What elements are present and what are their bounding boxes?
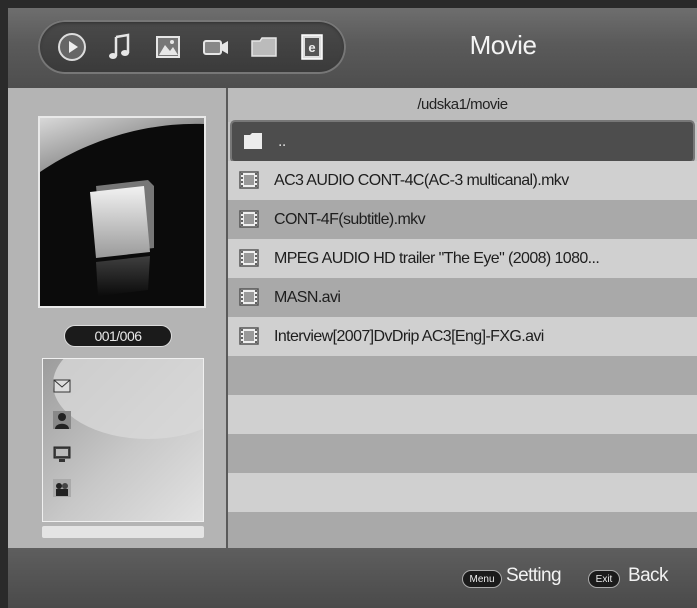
footer-bar: Menu Setting Exit Back bbox=[8, 548, 697, 608]
media-player-screen: e Movie 001/006 /udska1/movie .. AC3 AUD… bbox=[8, 8, 697, 608]
photo-icon[interactable] bbox=[150, 29, 186, 65]
video-camera-icon[interactable] bbox=[198, 29, 234, 65]
exit-key-badge[interactable]: Exit bbox=[588, 570, 620, 588]
file-item-label: CONT-4F(subtitle).mkv bbox=[274, 211, 426, 228]
file-info-panel bbox=[42, 358, 204, 522]
file-item[interactable]: AC3 AUDIO CONT-4C(AC-3 multicanal).mkv bbox=[228, 161, 697, 200]
play-icon[interactable] bbox=[54, 29, 90, 65]
file-item-label: MPEG AUDIO HD trailer "The Eye" (2008) 1… bbox=[274, 250, 600, 267]
svg-text:e: e bbox=[308, 40, 315, 55]
empty-row bbox=[228, 512, 697, 551]
file-item[interactable]: Interview[2007]DvDrip AC3[Eng]-FXG.avi bbox=[228, 317, 697, 356]
file-item[interactable]: MASN.avi bbox=[228, 278, 697, 317]
film-icon bbox=[239, 171, 259, 189]
back-hint-label: Back bbox=[628, 565, 668, 586]
menu-key-badge[interactable]: Menu bbox=[462, 570, 502, 588]
setting-hint-label: Setting bbox=[506, 565, 562, 586]
left-panel: 001/006 bbox=[8, 88, 226, 548]
empty-row bbox=[228, 434, 697, 473]
file-list: .. AC3 AUDIO CONT-4C(AC-3 multicanal).mk… bbox=[228, 122, 697, 551]
empty-row bbox=[228, 356, 697, 395]
folder-preview-icon bbox=[40, 118, 204, 296]
file-browser: /udska1/movie .. AC3 AUDIO CONT-4C(AC-3 … bbox=[228, 88, 697, 551]
music-note-icon[interactable] bbox=[102, 29, 138, 65]
film-icon bbox=[239, 210, 259, 228]
ebook-icon[interactable]: e bbox=[294, 29, 330, 65]
file-item[interactable]: MPEG AUDIO HD trailer "The Eye" (2008) 1… bbox=[228, 239, 697, 278]
file-item-label: .. bbox=[278, 133, 286, 150]
folder-icon bbox=[244, 133, 262, 149]
film-icon bbox=[239, 327, 259, 345]
film-icon bbox=[239, 249, 259, 267]
person-group-icon bbox=[53, 479, 71, 497]
mail-icon bbox=[53, 379, 71, 393]
person-icon bbox=[53, 411, 71, 429]
file-item-label: AC3 AUDIO CONT-4C(AC-3 multicanal).mkv bbox=[274, 172, 569, 189]
film-icon bbox=[239, 288, 259, 306]
monitor-icon bbox=[53, 446, 71, 462]
page-title: Movie bbox=[469, 30, 537, 60]
file-item-label: Interview[2007]DvDrip AC3[Eng]-FXG.avi bbox=[274, 328, 544, 345]
empty-row bbox=[228, 473, 697, 512]
empty-row bbox=[228, 395, 697, 434]
file-counter: 001/006 bbox=[64, 325, 172, 347]
file-item-parent-folder[interactable]: .. bbox=[232, 122, 693, 161]
file-item-label: MASN.avi bbox=[274, 289, 341, 306]
current-path: /udska1/movie bbox=[228, 88, 697, 122]
info-panel-footer bbox=[42, 526, 204, 538]
folder-icon[interactable] bbox=[246, 29, 282, 65]
file-item[interactable]: CONT-4F(subtitle).mkv bbox=[228, 200, 697, 239]
media-mode-bar: e bbox=[38, 20, 346, 74]
preview-thumbnail bbox=[38, 116, 206, 308]
header-bar: e Movie bbox=[8, 8, 697, 88]
